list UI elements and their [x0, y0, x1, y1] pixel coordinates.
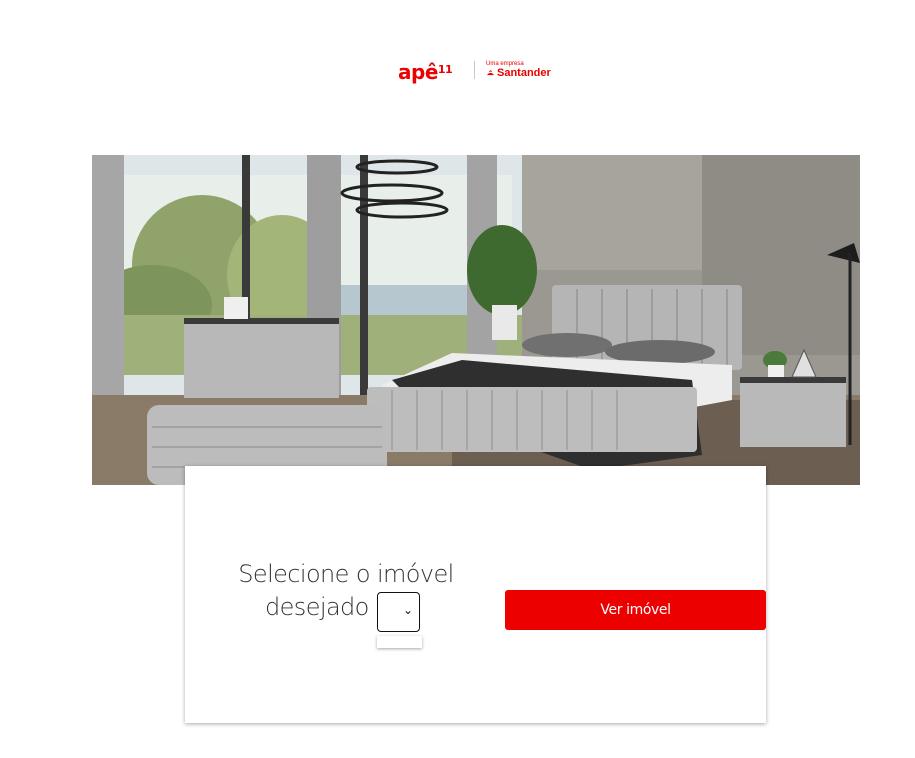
property-select-card: Selecione o imóvel desejado ⌄ Ver imóvel [185, 466, 766, 723]
santander-logo: Santander [486, 67, 551, 80]
label-line-1: Selecione o imóvel [238, 560, 454, 588]
santander-flame-icon [486, 70, 495, 76]
property-select[interactable]: ⌄ [377, 592, 420, 632]
logo-divider [474, 61, 475, 79]
select-property-label: Selecione o imóvel desejado [237, 558, 455, 624]
hero-bedroom-image [92, 155, 860, 485]
select-dropdown-list[interactable] [377, 636, 422, 648]
chevron-down-icon: ⌄ [402, 603, 413, 617]
header-logo: apê11 Uma empresa Santander [0, 58, 915, 84]
ape11-logo: apê11 [398, 60, 453, 84]
label-line-2: desejado [265, 593, 369, 621]
ver-imovel-button[interactable]: Ver imóvel [505, 590, 766, 630]
